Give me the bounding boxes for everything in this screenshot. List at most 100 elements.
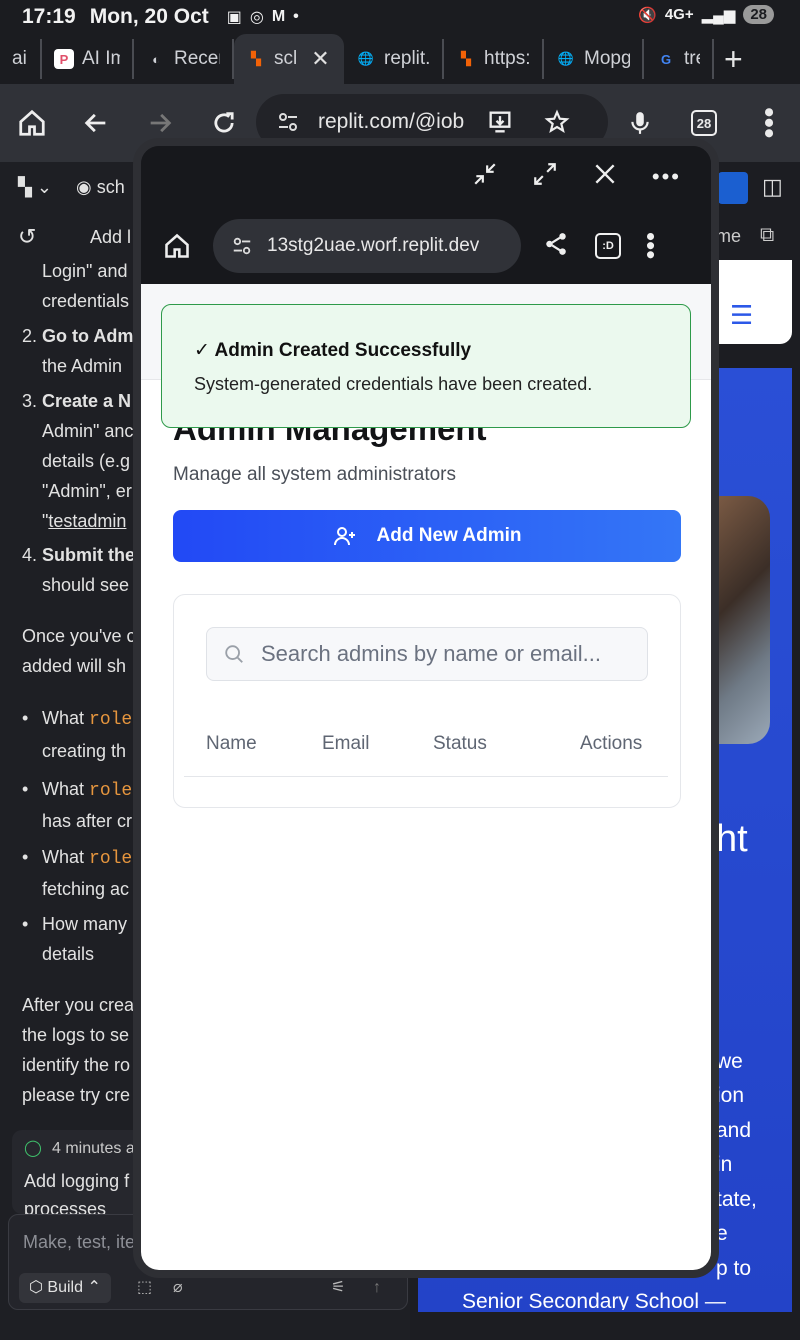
text-line: What role: [42, 779, 133, 801]
table-header: Name Email Status Actions: [184, 727, 668, 777]
microphone-icon: [631, 112, 649, 134]
split-view-icon[interactable]: ◫: [762, 174, 783, 200]
tab-strip: ail P AI Ima ◐ Recen ▚ scl ✕ 🌐 replit. ▚ https: 🌐 Mop…: [0, 34, 800, 84]
browser-menu-button[interactable]: •••: [736, 107, 800, 139]
popup-address-bar[interactable]: 13stg2uae.worf.replit.dev: [213, 219, 521, 273]
tab-favicon-icon: 🌐: [557, 51, 575, 66]
bullet: •: [22, 779, 29, 799]
new-tab-icon[interactable]: +: [724, 41, 743, 78]
popup-home-button[interactable]: [141, 232, 213, 260]
hero-text: p to: [716, 1257, 752, 1280]
close-window-icon[interactable]: [592, 161, 618, 194]
voice-search-button[interactable]: [608, 109, 672, 137]
check-circle-icon: ◯: [24, 1140, 42, 1157]
history-icon[interactable]: ↺: [18, 222, 36, 252]
text-line: Admin" anc: [42, 421, 134, 441]
text-line: Create a N: [42, 391, 132, 411]
tab-favicon-icon: ▚: [251, 51, 261, 66]
share-button[interactable]: [543, 231, 569, 262]
extension-icon[interactable]: :D: [595, 233, 621, 259]
text-line: the logs to se: [22, 1025, 130, 1045]
checkpoint-time: 4 minutes a: [52, 1140, 135, 1157]
popup-browser-window: ••• 13stg2uae.worf.replit.dev :D ••• Adm…: [133, 138, 719, 1278]
search-icon: [225, 645, 243, 663]
column-header-name[interactable]: Name: [206, 733, 257, 755]
hero-text: tate,: [716, 1188, 757, 1211]
text-line: What role: [42, 847, 133, 869]
kebab-menu-icon: •••: [752, 107, 785, 139]
dot-icon: •: [293, 8, 299, 25]
forward-arrow-icon: [150, 113, 172, 133]
text-line: Login" and: [42, 261, 128, 281]
popup-menu-button[interactable]: •••: [636, 232, 666, 259]
text-line: Submit the: [42, 545, 135, 565]
browser-tab[interactable]: 🌐 replit.: [344, 39, 444, 79]
open-external-icon[interactable]: ⧉: [760, 224, 774, 247]
tab-switcher-button[interactable]: 28: [672, 110, 736, 136]
install-app-icon: [489, 111, 511, 133]
back-button[interactable]: [64, 109, 128, 137]
browser-tab[interactable]: Gtrea: [644, 39, 714, 79]
text-line: creating th: [42, 741, 127, 761]
page-subtitle: Manage all system administrators: [173, 464, 456, 485]
hero-text: and: [716, 1119, 752, 1142]
tab-label: trea: [684, 48, 700, 69]
admins-table-card: Search admins by name or email... Name E…: [173, 594, 681, 808]
tab-label: Recen: [174, 48, 220, 69]
text-line: details (e.g: [42, 451, 131, 471]
browser-tab[interactable]: 🌐 Mopg: [544, 39, 644, 79]
more-options-icon[interactable]: •••: [652, 164, 681, 190]
search-input[interactable]: Search admins by name or email...: [206, 627, 648, 681]
tab-favicon-icon: P: [54, 49, 74, 69]
notification-icons: ▣ ◎ M •: [227, 7, 299, 27]
maximize-window-icon[interactable]: [532, 161, 558, 194]
back-arrow-icon: [84, 113, 106, 133]
column-header-status[interactable]: Status: [433, 733, 487, 755]
site-settings-icon: [233, 237, 251, 255]
add-user-icon: [333, 527, 355, 546]
screenshot-icon: ▣: [226, 9, 242, 26]
browser-tab[interactable]: P AI Ima: [42, 39, 134, 79]
text-line: How many: [42, 914, 128, 934]
project-name[interactable]: ◉ sch: [76, 172, 125, 202]
search-placeholder: Search admins by name or email...: [261, 641, 601, 666]
build-mode-button[interactable]: ⬡ Build ⌃: [19, 1273, 111, 1303]
minimize-window-icon[interactable]: [472, 161, 498, 194]
browser-tab[interactable]: ◐ Recen: [134, 39, 234, 79]
bullet: •: [22, 914, 29, 934]
text-line: should see: [42, 575, 130, 595]
column-header-email[interactable]: Email: [322, 733, 370, 755]
browser-tab[interactable]: ▚ https:: [444, 39, 544, 79]
column-header-actions[interactable]: Actions: [580, 733, 642, 755]
checkpoint-title: Add logging f: [24, 1171, 130, 1191]
list-number: 3.: [22, 391, 38, 411]
add-new-admin-label: Add New Admin: [376, 525, 522, 546]
status-bar: 17:19 Mon, 20 Oct ▣ ◎ M • 🔇 4G+ ▂▄▆ 28: [0, 0, 800, 34]
deploy-icon[interactable]: [718, 172, 748, 204]
tab-close-icon[interactable]: ✕: [311, 46, 329, 72]
toast-title: ✓ Admin Created Successfully: [194, 340, 472, 361]
add-button-label[interactable]: Add l: [90, 222, 131, 252]
success-toast[interactable]: ✓ Admin Created Successfully System-gene…: [161, 304, 691, 428]
forward-button[interactable]: [128, 109, 192, 137]
list-number: 4.: [22, 545, 38, 565]
hamburger-menu-icon[interactable]: ☰: [730, 300, 753, 331]
home-button[interactable]: [0, 108, 64, 138]
hero-text: we: [716, 1050, 743, 1073]
text-line: credentials: [42, 291, 130, 311]
text-line: Once you've c: [22, 626, 136, 646]
add-new-admin-button[interactable]: Add New Admin: [173, 510, 681, 562]
text-line: Go to Adm: [42, 326, 134, 346]
text-line: has after cr: [42, 811, 133, 831]
tab-label: replit.: [384, 48, 430, 69]
tab-label: ail: [12, 48, 28, 69]
select-element-icon[interactable]: ⬚: [137, 1273, 152, 1303]
share-icon: [546, 232, 566, 255]
preview-label: me: [716, 226, 742, 246]
browser-tab[interactable]: ail: [0, 39, 42, 79]
files-icon[interactable]: ▚ ⌄: [18, 172, 52, 202]
text-line: please try cre: [22, 1085, 131, 1105]
reload-button[interactable]: [192, 109, 256, 137]
text-line: identify the ro: [22, 1055, 131, 1075]
browser-tab[interactable]: ▚ scl ✕: [234, 34, 344, 84]
